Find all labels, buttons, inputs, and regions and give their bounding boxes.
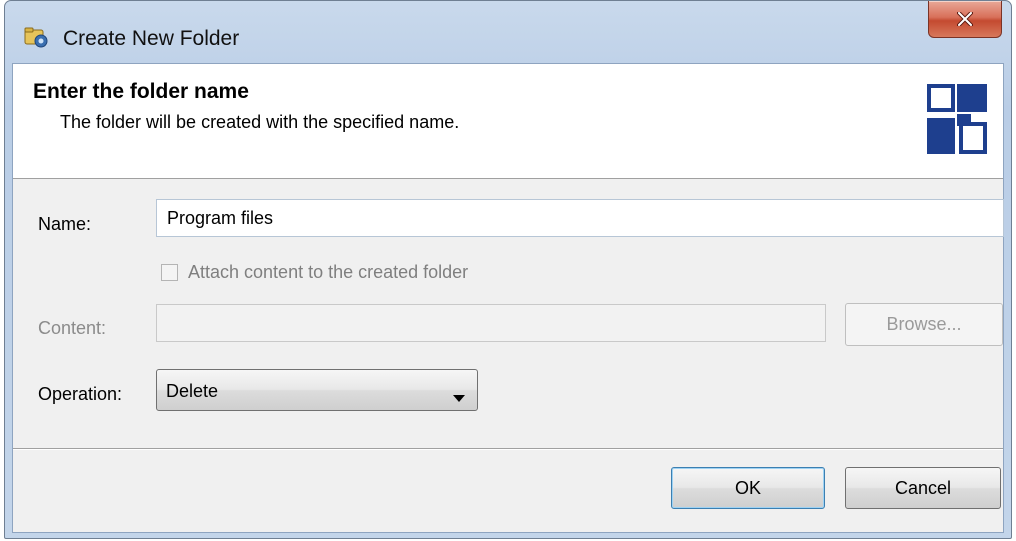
close-button[interactable] [928, 1, 1002, 38]
chevron-down-icon [453, 387, 465, 408]
attach-content-checkbox-row[interactable]: Attach content to the created folder [161, 262, 468, 283]
attach-content-label: Attach content to the created folder [188, 262, 469, 282]
dialog-window: Create New Folder Enter the folder name … [4, 0, 1012, 539]
squares-logo-icon [927, 84, 989, 161]
operation-selected-value: Delete [166, 381, 219, 401]
browse-button[interactable]: Browse... [845, 303, 1003, 346]
banner-subtitle: The folder will be created with the spec… [60, 112, 460, 132]
content-label: Content: [38, 318, 107, 338]
header-banner: Enter the folder name The folder will be… [13, 64, 1003, 179]
content-field[interactable] [156, 304, 826, 342]
title-bar[interactable]: Create New Folder [5, 1, 1011, 63]
attach-content-checkbox[interactable] [161, 264, 178, 281]
name-input[interactable]: Program files [156, 199, 1004, 237]
name-label: Name: [38, 214, 92, 234]
footer-separator [13, 448, 1003, 450]
dialog-body: Enter the folder name The folder will be… [12, 63, 1004, 533]
operation-label: Operation: [38, 384, 123, 404]
folder-app-icon [23, 24, 49, 50]
banner-title: Enter the folder name [33, 80, 249, 103]
close-icon [957, 12, 973, 26]
ok-button[interactable]: OK [671, 467, 825, 509]
window-title: Create New Folder [63, 27, 240, 50]
cancel-button[interactable]: Cancel [845, 467, 1001, 509]
operation-dropdown[interactable]: Delete [156, 369, 478, 411]
